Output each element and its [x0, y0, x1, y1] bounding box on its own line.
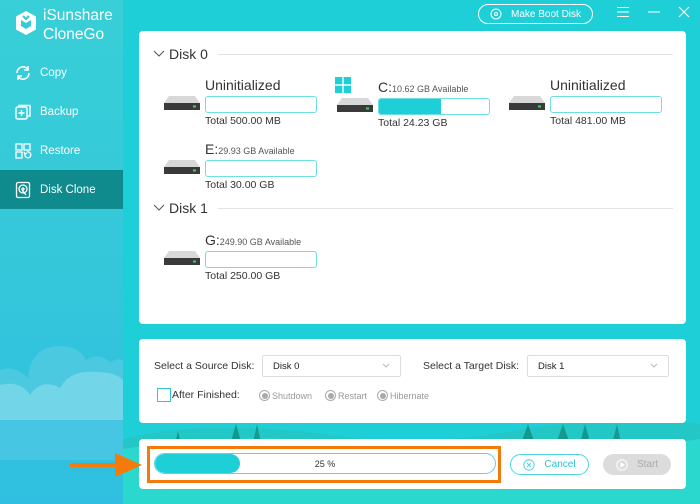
- partition-card[interactable]: E:29.93 GB Available Total 30.00 GB: [163, 141, 333, 191]
- radio-label: Restart: [338, 390, 368, 401]
- partition-name: E:: [205, 141, 219, 157]
- make-boot-disk-label: Make Boot Disk: [510, 8, 582, 20]
- radio-label: Hibernate: [390, 390, 430, 401]
- close-button[interactable]: [674, 4, 694, 20]
- restart-radio[interactable]: Restart: [325, 390, 367, 401]
- radio-dot: [325, 390, 336, 401]
- radio-label: Shutdown: [272, 390, 313, 401]
- partition-available: 10.62 GB Available: [392, 84, 469, 94]
- partition-total: Total 500.00 MB: [205, 115, 281, 127]
- sidebar-nav: Copy Backup Restore Disk Clone: [0, 53, 123, 209]
- source-disk-select[interactable]: Disk 0: [262, 355, 401, 377]
- target-disk-value: Disk 1: [538, 360, 565, 372]
- divider: [217, 207, 673, 209]
- hard-drive-icon: [509, 96, 545, 110]
- menu-button[interactable]: [613, 4, 633, 20]
- sync-icon: [16, 65, 30, 80]
- chevron-down-icon: [153, 204, 165, 211]
- divider: [217, 53, 673, 55]
- partition-card[interactable]: Uninitialized Total 500.00 MB: [163, 77, 333, 127]
- clouds-decoration: [0, 346, 123, 460]
- source-disk-label: Select a Source Disk:: [154, 360, 255, 372]
- progress-bar: 25 %: [154, 453, 496, 474]
- hibernate-radio[interactable]: Hibernate: [377, 390, 429, 401]
- disk-label: Disk 0: [169, 46, 208, 62]
- progress-text: 25 %: [314, 458, 336, 469]
- after-finished-label: After Finished:: [172, 389, 240, 401]
- chevron-down-icon: [153, 50, 165, 57]
- cancel-button[interactable]: Cancel: [510, 454, 589, 475]
- hard-drive-icon: [337, 98, 373, 112]
- disk-group-header[interactable]: Disk 0: [153, 46, 673, 62]
- partition-name: G:: [205, 232, 220, 248]
- target-disk-label: Select a Target Disk:: [423, 360, 520, 372]
- restore-icon: [15, 142, 32, 159]
- disk-label: Disk 1: [169, 200, 208, 216]
- selection-panel: Select a Source Disk: Disk 0 Select a Ta…: [139, 339, 686, 423]
- partition-available: 29.93 GB Available: [218, 146, 295, 156]
- usage-bar: [205, 96, 317, 113]
- disk-group-header[interactable]: Disk 1: [153, 200, 673, 216]
- windows-icon: [335, 77, 351, 93]
- sidebar-item-copy[interactable]: Copy: [0, 53, 123, 92]
- usage-fill: [379, 99, 441, 114]
- minimize-icon: [648, 11, 660, 13]
- partition-name: Uninitialized: [550, 77, 626, 93]
- sidebar-item-label: Restore: [40, 144, 81, 157]
- sidebar-item-backup[interactable]: Backup: [0, 92, 123, 131]
- radio-dot: [377, 390, 388, 401]
- after-finished-checkbox[interactable]: [157, 388, 171, 402]
- minimize-button[interactable]: [644, 4, 664, 20]
- partition-name: C:: [378, 79, 392, 95]
- hard-drive-icon: [164, 96, 200, 110]
- start-button[interactable]: Start: [603, 454, 671, 475]
- usage-bar: [550, 96, 662, 113]
- shutdown-radio[interactable]: Shutdown: [259, 390, 312, 401]
- partition-total: Total 30.00 GB: [205, 179, 275, 191]
- partition-name: Uninitialized: [205, 77, 281, 93]
- usage-bar: [378, 98, 490, 115]
- sidebar-item-label: Backup: [40, 105, 79, 118]
- sidebar: iSunshare CloneGo Copy Backup Restore Di…: [0, 0, 123, 504]
- partition-total: Total 250.00 GB: [205, 270, 281, 282]
- partition-total: Total 24.23 GB: [378, 117, 448, 129]
- play-circle-icon: [616, 458, 628, 471]
- partition-available: 249.90 GB Available: [219, 237, 302, 247]
- disc-icon: [490, 8, 502, 20]
- arrow-pointer-icon: [70, 453, 142, 477]
- source-disk-value: Disk 0: [273, 360, 300, 372]
- disk-clone-icon: [15, 181, 31, 198]
- target-disk-select[interactable]: Disk 1: [527, 355, 669, 377]
- usage-bar: [205, 251, 317, 268]
- start-label: Start: [636, 459, 659, 470]
- menu-icon: [617, 7, 629, 17]
- hard-drive-icon: [164, 160, 200, 174]
- logo-icon: [16, 11, 36, 35]
- close-circle-icon: [523, 458, 536, 471]
- partition-total: Total 481.00 MB: [550, 115, 626, 127]
- sidebar-item-label: Copy: [40, 66, 67, 79]
- partition-card[interactable]: Uninitialized Total 481.00 MB: [508, 77, 678, 127]
- disk-map-panel: Disk 0 Uninitialized Total 500.00 MB C:1…: [139, 31, 686, 324]
- sidebar-item-label: Disk Clone: [40, 183, 96, 196]
- sidebar-item-disk-clone[interactable]: Disk Clone: [0, 170, 123, 209]
- partition-card[interactable]: C:10.62 GB Available Total 24.23 GB: [335, 77, 506, 129]
- brand-name-line1: iSunshare: [43, 7, 113, 24]
- backup-icon: [15, 104, 31, 120]
- radio-dot: [259, 390, 270, 401]
- brand-name-line2: CloneGo: [43, 26, 105, 43]
- close-icon: [678, 6, 690, 18]
- sidebar-item-restore[interactable]: Restore: [0, 131, 123, 170]
- partition-card[interactable]: G:249.90 GB Available Total 250.00 GB: [163, 232, 333, 282]
- cancel-label: Cancel: [544, 459, 576, 470]
- chevron-down-icon: [382, 363, 390, 368]
- make-boot-disk-button[interactable]: Make Boot Disk: [478, 4, 593, 24]
- title-bar: Make Boot Disk: [123, 0, 700, 30]
- chevron-down-icon: [650, 363, 658, 368]
- hard-drive-icon: [164, 251, 200, 265]
- brand: iSunshare CloneGo: [14, 6, 113, 44]
- usage-bar: [205, 160, 317, 177]
